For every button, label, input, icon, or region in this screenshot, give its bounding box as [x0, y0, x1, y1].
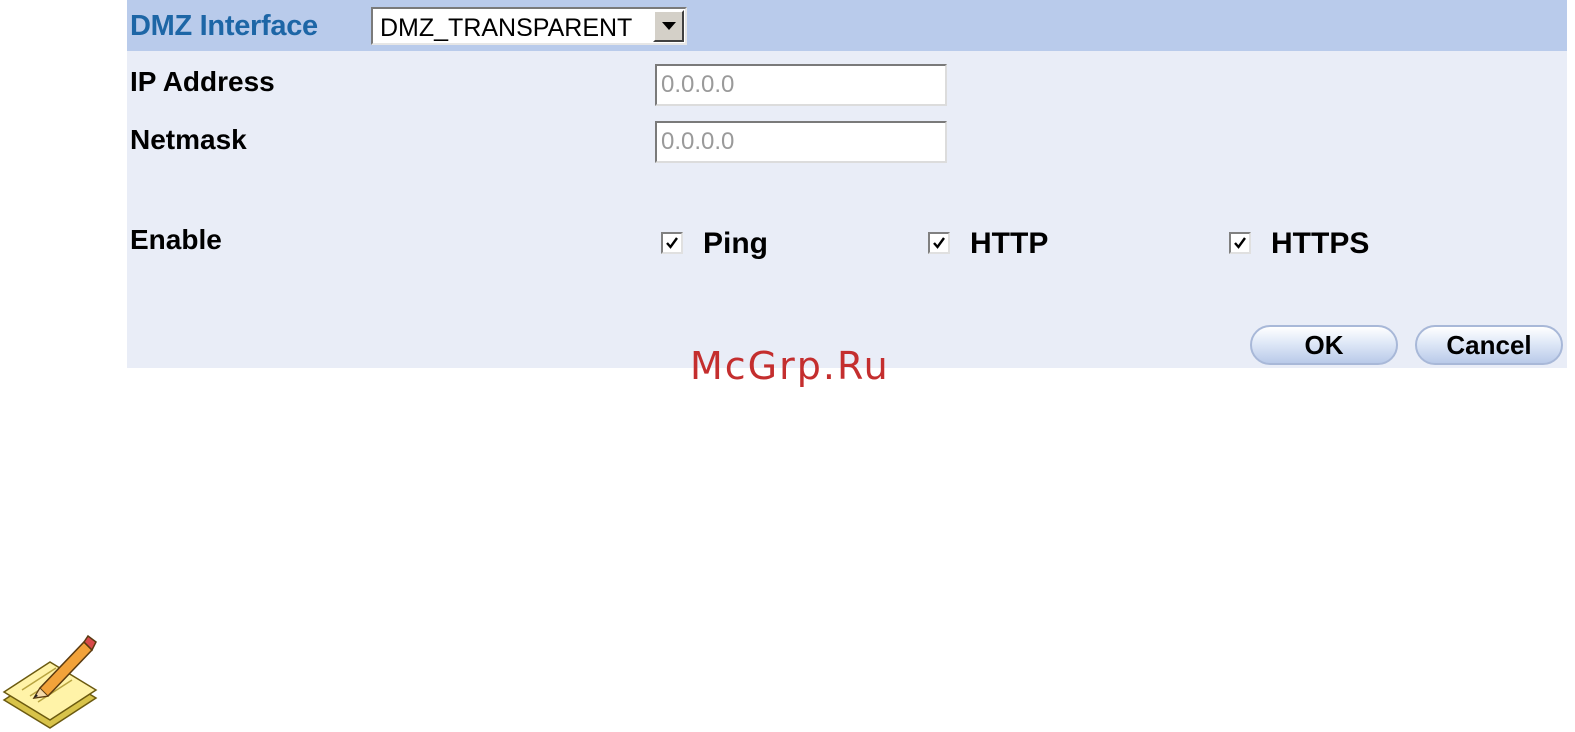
ok-button[interactable]: OK: [1250, 325, 1398, 365]
https-checkbox[interactable]: [1229, 232, 1251, 254]
dmz-settings-panel: DMZ Interface DMZ_TRANSPARENT IP Address…: [127, 0, 1567, 368]
checkmark-icon: [1234, 237, 1246, 249]
http-checkbox[interactable]: [928, 232, 950, 254]
netmask-label: Netmask: [130, 124, 247, 155]
ip-address-input[interactable]: [655, 64, 947, 106]
https-label: HTTPS: [1271, 227, 1370, 260]
chevron-down-icon: [662, 22, 676, 30]
dmz-interface-label: DMZ Interface: [130, 10, 318, 42]
checkmark-icon: [666, 237, 678, 249]
watermark-text: McGrp.Ru: [690, 344, 890, 388]
ping-checkbox[interactable]: [661, 232, 683, 254]
checkmark-icon: [933, 237, 945, 249]
cancel-button[interactable]: Cancel: [1415, 325, 1563, 365]
dmz-interface-header: DMZ Interface DMZ_TRANSPARENT: [127, 0, 1567, 51]
note-pencil-icon: [2, 634, 98, 729]
select-dropdown-button[interactable]: [653, 10, 684, 42]
dmz-interface-selected-value: DMZ_TRANSPARENT: [380, 14, 633, 42]
http-label: HTTP: [970, 227, 1049, 260]
ip-address-label: IP Address: [130, 66, 275, 97]
netmask-input[interactable]: [655, 121, 947, 163]
enable-label: Enable: [130, 224, 222, 255]
dmz-interface-select[interactable]: DMZ_TRANSPARENT: [371, 7, 687, 45]
ping-label: Ping: [703, 227, 768, 260]
